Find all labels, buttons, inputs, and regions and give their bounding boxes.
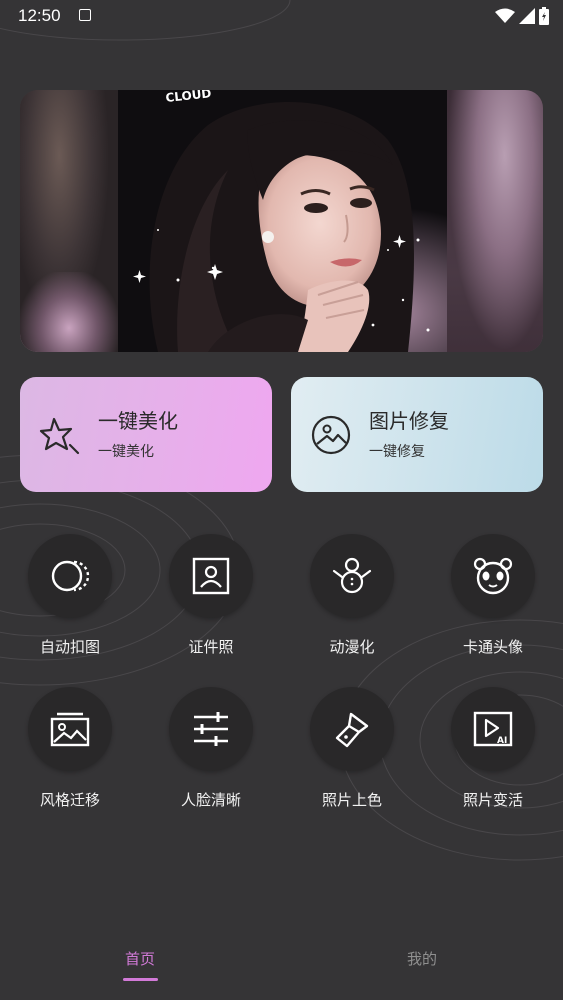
nav-tab-mine[interactable]: 我的 [392,948,452,969]
wifi-icon [495,8,515,23]
tool-style-transfer[interactable]: 风格迁移 [10,687,130,827]
banner-photo: CLOUD [118,90,447,352]
card-subtitle: 一键修复 [369,444,425,460]
image-frame-icon [50,712,90,747]
status-icons [495,6,549,26]
panda-icon [473,557,513,595]
tool-anime[interactable]: 动漫化 [292,534,412,674]
card-title: 一键美化 [98,409,178,433]
nav-active-indicator [123,978,158,981]
image-repair-icon [311,415,351,455]
tool-colorize[interactable]: 照片上色 [292,687,412,827]
tool-label: 照片变活 [462,791,523,809]
banner-prev-slide [20,90,118,352]
portrait-illustration: CLOUD [118,90,447,352]
sliders-icon [194,712,228,746]
ai-video-icon: AI [473,711,513,747]
id-photo-icon [192,557,230,595]
tool-label: 证件照 [188,638,234,656]
notification-a-icon [79,9,91,21]
tool-label: 人脸清晰 [180,791,241,809]
tool-label: 动漫化 [329,638,375,656]
banner-carousel[interactable]: CLOUD [20,90,543,352]
card-subtitle: 一键美化 [98,444,154,460]
signal-icon [519,8,535,24]
tool-auto-cutout[interactable]: 自动扣图 [10,534,130,674]
tool-animate-photo[interactable]: AI 照片变活 [433,687,553,827]
status-bar: 12:50 [0,0,563,32]
battery-icon [539,7,549,25]
flashlight-icon [335,712,369,748]
nav-tab-home[interactable]: 首页 [110,948,170,969]
status-time: 12:50 [18,6,61,25]
tool-label: 风格迁移 [39,791,100,809]
snowman-icon [332,557,372,594]
magic-star-icon [39,417,80,455]
tool-cartoon-avatar[interactable]: 卡通头像 [433,534,553,674]
card-title: 图片修复 [369,409,449,433]
tool-id-photo[interactable]: 证件照 [151,534,271,674]
auto-cutout-icon [51,560,90,592]
tool-label: 自动扣图 [39,638,100,656]
image-repair-card[interactable]: 图片修复 一键修复 [291,377,543,492]
banner-next-slide [447,90,543,352]
bottom-navigation: 首页 我的 [0,930,563,1000]
one-click-beautify-card[interactable]: 一键美化 一键美化 [20,377,272,492]
svg-text:AI: AI [497,736,507,746]
tool-face-sharpen[interactable]: 人脸清晰 [151,687,271,827]
tool-label: 照片上色 [321,791,382,809]
tool-label: 卡通头像 [462,638,523,656]
